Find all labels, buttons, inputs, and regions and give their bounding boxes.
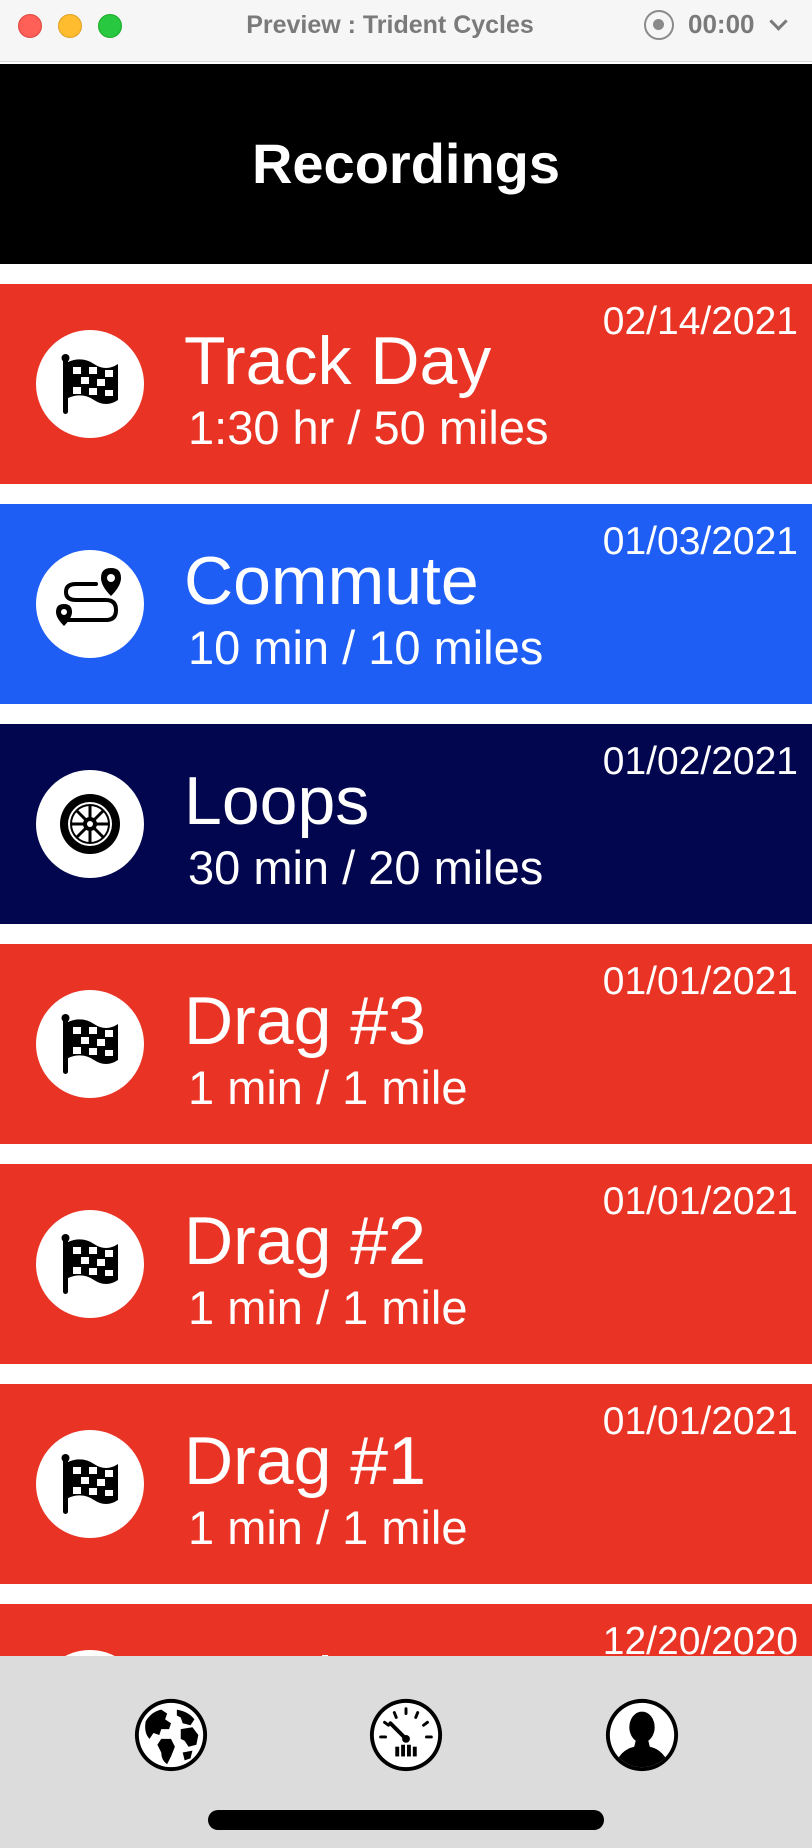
app-header: Recordings [0, 64, 812, 264]
window-titlebar: Preview : Trident Cycles 00:00 [0, 0, 812, 62]
checkered-flag-icon [36, 1210, 144, 1318]
recording-name: Loops [184, 763, 370, 839]
recording-name: Track Day [184, 323, 492, 399]
speedometer-icon[interactable] [367, 1696, 445, 1774]
recording-date: 01/03/2021 [602, 520, 798, 563]
recording-detail: 30 min / 20 miles [188, 841, 544, 894]
page-title: Recordings [251, 132, 561, 195]
record-indicator-icon[interactable] [644, 10, 674, 40]
recording-date: 01/01/2021 [602, 1400, 798, 1443]
recording-date: 02/14/2021 [602, 300, 798, 343]
recording-date: 01/01/2021 [602, 960, 798, 1003]
recording-detail: 1:30 hr / 50 miles [188, 401, 549, 454]
recording-date: 12/20/2020 [602, 1620, 798, 1656]
recording-name: Drag #2 [184, 1203, 426, 1279]
checkered-flag-icon [36, 1430, 144, 1538]
checkered-flag-icon [36, 990, 144, 1098]
recording-date: 01/01/2021 [602, 1180, 798, 1223]
recording-date: 01/02/2021 [602, 740, 798, 783]
recording-timer[interactable]: 00:00 [688, 0, 755, 48]
recording-name: Track Day [184, 1642, 491, 1656]
recording-detail: 10 min / 10 miles [188, 621, 544, 674]
recording-detail: 1 min / 1 mile [188, 1061, 468, 1114]
recording-card[interactable]: Track Day 1:30 hr / 50 miles 02/14/2021 [0, 284, 812, 484]
checkered-flag-icon [36, 330, 144, 438]
route-icon [36, 550, 144, 658]
globe-icon[interactable] [132, 1696, 210, 1774]
recording-name: Drag #1 [184, 1423, 426, 1499]
wheel-icon [36, 770, 144, 878]
recording-name: Drag #3 [184, 983, 426, 1059]
tab-bar [0, 1656, 812, 1848]
home-indicator[interactable] [208, 1810, 604, 1830]
recording-name: Commute [184, 543, 479, 619]
recording-card[interactable]: Drag #2 1 min / 1 mile 01/01/2021 [0, 1164, 812, 1364]
recording-card[interactable]: Commute 10 min / 10 miles 01/03/2021 [0, 504, 812, 704]
recordings-list[interactable]: Track Day 1:30 hr / 50 miles 02/14/2021 … [0, 284, 812, 1656]
profile-icon[interactable] [603, 1696, 681, 1774]
recording-card[interactable]: Loops 30 min / 20 miles 01/02/2021 [0, 724, 812, 924]
recording-card[interactable]: Drag #3 1 min / 1 mile 01/01/2021 [0, 944, 812, 1144]
recording-card[interactable]: Drag #1 1 min / 1 mile 01/01/2021 [0, 1384, 812, 1584]
recording-detail: 1 min / 1 mile [188, 1501, 468, 1554]
recording-card[interactable]: Track Day 12/20/2020 [0, 1604, 812, 1656]
recording-detail: 1 min / 1 mile [188, 1281, 468, 1334]
